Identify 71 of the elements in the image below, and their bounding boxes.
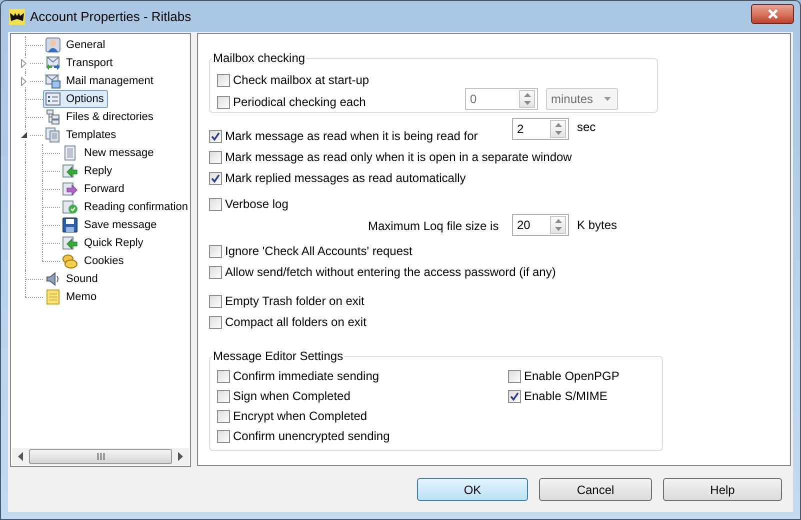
document-left-arrow-icon	[62, 163, 78, 179]
documents-icon	[45, 127, 61, 143]
checkbox[interactable]: Mark replied messages as read automatically	[209, 168, 466, 188]
checkbox[interactable]: Confirm unencrypted sending	[217, 426, 390, 446]
checkbox[interactable]: Compact all folders on exit	[209, 312, 366, 332]
checkbox[interactable]: Periodical checking each	[217, 92, 370, 112]
tree-item[interactable]: Files & directories	[43, 108, 158, 126]
checkbox[interactable]: Mark message as read only when it is open in a separate window	[209, 147, 572, 167]
folder-tree-icon	[45, 109, 61, 125]
spin-up-icon[interactable]	[554, 123, 562, 127]
tree-item[interactable]: Reading confirmation	[60, 198, 192, 216]
grip-icon	[96, 453, 104, 460]
dialog-button[interactable]: OK	[417, 478, 528, 501]
note-icon	[45, 289, 61, 305]
spin-down-icon[interactable]	[554, 227, 562, 231]
window-title: Account Properties - Ritlabs	[30, 8, 192, 26]
document-left-arrow-icon	[62, 235, 78, 251]
tree-item[interactable]: Memo	[43, 288, 101, 306]
group-title: Mailbox checking	[212, 50, 306, 66]
tree-item[interactable]: Quick Reply	[60, 234, 148, 252]
checkbox[interactable]: Enable S/MIME	[508, 386, 620, 406]
check-icon	[211, 174, 220, 182]
tree-item[interactable]: Cookies	[60, 252, 128, 270]
tree-item[interactable]: New message	[60, 144, 158, 162]
tree-item[interactable]: General	[43, 36, 110, 54]
scroll-right-icon[interactable]	[177, 452, 184, 461]
checkbox[interactable]: Check mailbox at start-up	[217, 70, 370, 90]
tree-item[interactable]: Options	[43, 90, 108, 108]
envelope-window-icon	[45, 73, 61, 89]
number-field[interactable]: 20	[512, 214, 569, 236]
close-icon	[766, 8, 778, 18]
checkbox[interactable]: Encrypt when Completed	[217, 406, 390, 426]
document-right-arrow-icon	[62, 181, 78, 197]
checkbox[interactable]: Mark message as read when it is being read for	[209, 126, 478, 146]
tree-item[interactable]: Sound	[43, 270, 102, 288]
dialog-button[interactable]: Help	[663, 478, 782, 501]
scrollbar-thumb[interactable]	[29, 449, 172, 464]
checkbox[interactable]: Sign when Completed	[217, 386, 390, 406]
checkbox[interactable]: Confirm immediate sending	[217, 366, 390, 386]
group-title: Message Editor Settings	[212, 348, 344, 364]
unit-label: K bytes	[577, 217, 618, 234]
spin-down-icon[interactable]	[554, 131, 562, 135]
user-icon	[45, 37, 61, 53]
tree-item[interactable]: Templates	[43, 126, 120, 144]
document-check-icon	[62, 199, 78, 215]
checkbox[interactable]: Verbose log	[209, 194, 288, 214]
coins-icon	[62, 253, 78, 269]
field-label: Maximum Loq file size is	[368, 218, 499, 235]
number-field[interactable]: 2	[512, 118, 569, 140]
checkbox[interactable]: Empty Trash folder on exit	[209, 291, 364, 311]
list-window-icon	[45, 91, 61, 107]
document-icon	[62, 145, 78, 161]
tree-item[interactable]: Reply	[60, 162, 116, 180]
envelope-arrows-icon	[45, 55, 61, 71]
unit-label: sec	[577, 119, 596, 136]
checkbox[interactable]: Allow send/fetch without entering the access password (if any)	[209, 262, 556, 282]
check-icon	[211, 132, 220, 140]
checkbox[interactable]: Enable OpenPGP	[508, 366, 620, 386]
checkbox[interactable]: Ignore 'Check All Accounts' request	[209, 241, 412, 261]
spin-up-icon[interactable]	[554, 219, 562, 223]
tree-item[interactable]: Save message	[60, 216, 161, 234]
dropdown-arrow-icon	[604, 97, 611, 101]
check-icon	[510, 392, 519, 400]
speaker-icon	[45, 271, 61, 287]
tree-item[interactable]: Mail management	[43, 72, 158, 90]
tree-item[interactable]: Forward	[60, 180, 128, 198]
horizontal-scrollbar[interactable]	[12, 448, 189, 465]
tree-item[interactable]: Transport	[43, 54, 117, 72]
dialog-button[interactable]: Cancel	[539, 478, 652, 501]
close-button[interactable]	[751, 4, 794, 24]
scroll-left-icon[interactable]	[17, 452, 24, 461]
